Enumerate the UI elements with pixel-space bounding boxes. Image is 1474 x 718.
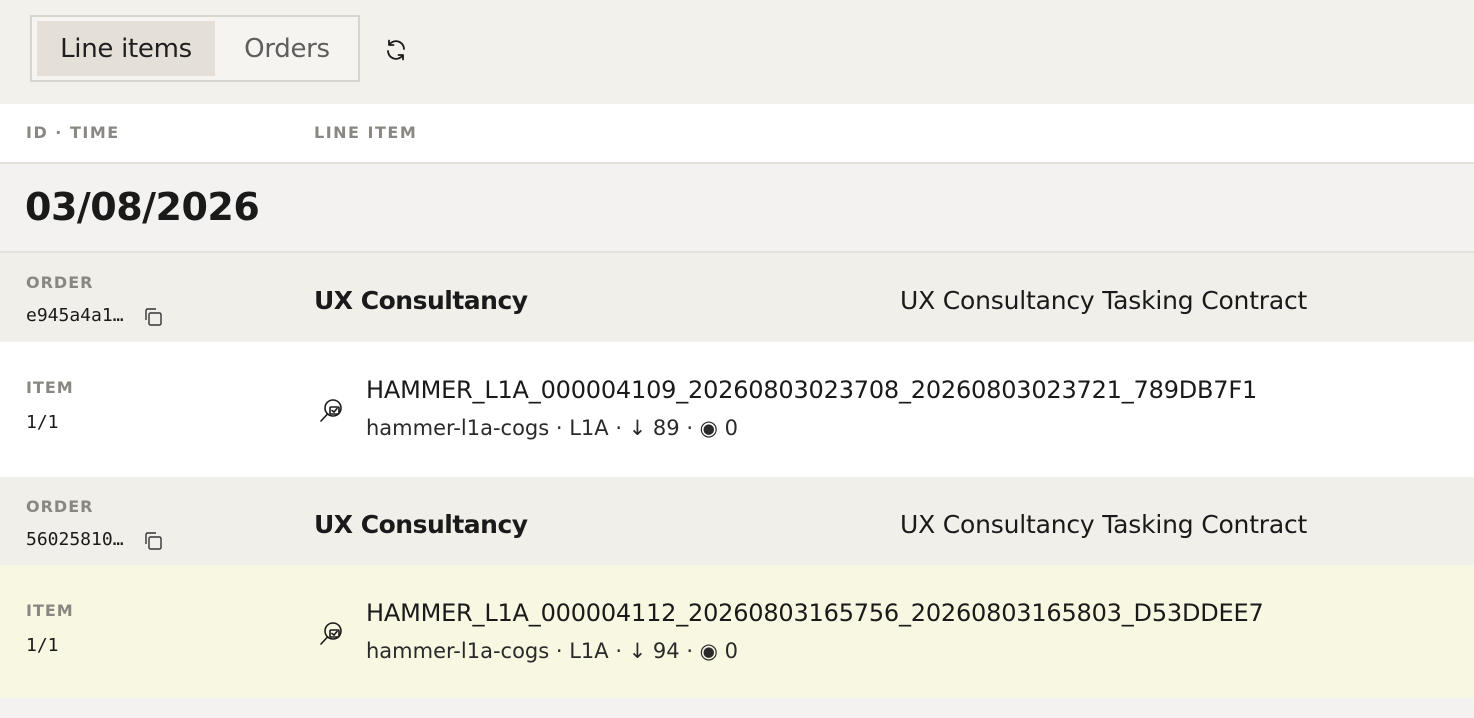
item-meta: hammer-l1a-cogs · L1A · ↓ 89 · ◉ 0 [366, 416, 739, 440]
order-row[interactable]: ORDER e945a4a1… UX Consultancy UX Consul… [0, 253, 1474, 341]
order-id: e945a4a1… [26, 305, 124, 326]
item-title: HAMMER_L1A_000004112_20260803165756_2026… [366, 599, 1264, 627]
satellite-search-icon [320, 622, 342, 645]
refresh-icon[interactable] [384, 38, 408, 62]
tab-orders[interactable]: Orders [222, 21, 352, 76]
line-item-row[interactable]: ITEM 1/1 HAMMER_L1A_000004109_2026080302… [0, 342, 1474, 477]
item-count: 1/1 [26, 635, 59, 656]
item-meta: hammer-l1a-cogs · L1A · ↓ 94 · ◉ 0 [366, 639, 739, 663]
order-id: 56025810… [26, 529, 124, 550]
order-contract: UX Consultancy Tasking Contract [900, 286, 1308, 315]
satellite-search-icon [320, 399, 342, 422]
copy-icon[interactable] [141, 305, 165, 329]
bottom-strip [0, 698, 1474, 718]
copy-icon[interactable] [141, 529, 165, 553]
item-count: 1/1 [26, 412, 59, 433]
column-header-id-time: ID · TIME [26, 123, 120, 142]
view-toggle: Line items Orders [30, 15, 360, 82]
line-item-row-selected[interactable]: ITEM 1/1 HAMMER_L1A_000004112_2026080316… [0, 565, 1474, 698]
date-group-label: 03/08/2026 [25, 185, 260, 229]
order-row[interactable]: ORDER 56025810… UX Consultancy UX Consul… [0, 477, 1474, 565]
item-label: ITEM [26, 601, 74, 620]
column-header-line-item: LINE ITEM [314, 123, 418, 142]
item-title: HAMMER_L1A_000004109_20260803023708_2026… [366, 376, 1258, 404]
date-group-header: 03/08/2026 [0, 165, 1474, 253]
tab-line-items[interactable]: Line items [37, 21, 215, 76]
table-header: ID · TIME LINE ITEM [0, 104, 1474, 164]
order-client: UX Consultancy [314, 286, 528, 315]
toolbar: Line items Orders [0, 0, 1474, 104]
item-label: ITEM [26, 378, 74, 397]
order-contract: UX Consultancy Tasking Contract [900, 510, 1308, 539]
order-label: ORDER [26, 273, 94, 292]
order-label: ORDER [26, 497, 94, 516]
order-client: UX Consultancy [314, 510, 528, 539]
